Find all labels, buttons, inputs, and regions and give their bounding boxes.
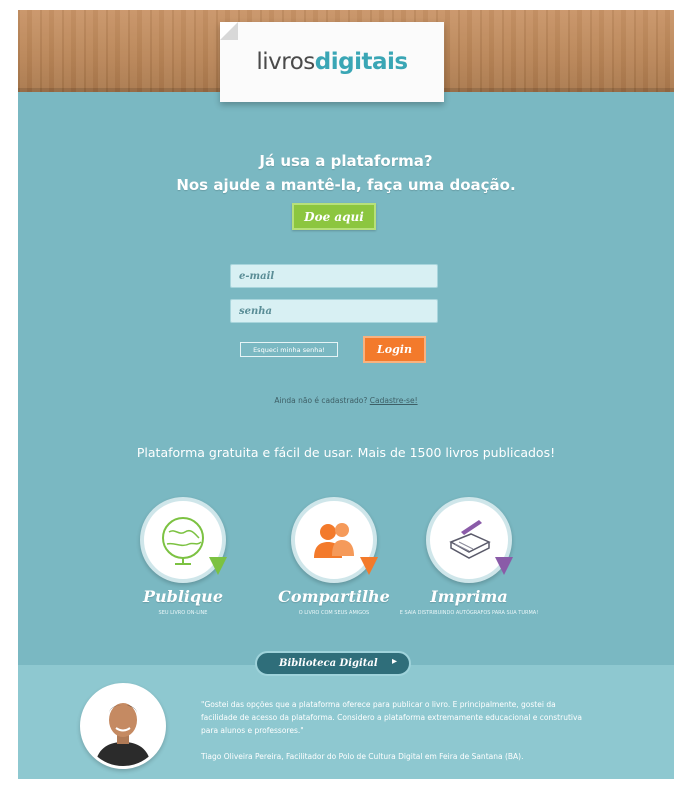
signup-link[interactable]: Cadastre-se! (370, 396, 418, 405)
ribbon-purple (495, 557, 513, 575)
logo-part1: livros (256, 49, 315, 75)
book-pen-icon (449, 520, 491, 559)
paper-fold (220, 22, 238, 40)
forgot-password-button[interactable]: Esqueci minha senha! (240, 342, 338, 357)
login-button[interactable]: Login (363, 336, 426, 363)
avatar (80, 683, 166, 769)
library-label: Biblioteca Digital (279, 658, 378, 669)
ribbon-green (209, 557, 227, 575)
tagline: Plataforma gratuita e fácil de usar. Mai… (136, 445, 556, 460)
arrow-right-icon: ▸ (391, 656, 397, 667)
signup-text: Ainda não é cadastrado? (274, 396, 368, 405)
password-field[interactable]: senha (230, 299, 438, 323)
feature-subtitle: E SAIA DISTRIBUINDO AUTÓGRAFOS PARA SUA … (399, 610, 539, 616)
digital-library-button[interactable]: Biblioteca Digital ▸ (255, 651, 411, 676)
logo[interactable]: livrosdigitais (220, 22, 444, 102)
globe-icon (162, 517, 204, 565)
signup-prompt: Ainda não é cadastrado? Cadastre-se! (18, 396, 674, 405)
donation-subheading: Nos ajude a mantê-la, faça uma doação. (176, 176, 516, 194)
logo-part2: digitais (314, 49, 408, 75)
people-icon (314, 523, 354, 558)
person-photo-icon (83, 686, 163, 766)
testimonial-author: Tiago Oliveira Pereira, Facilitador do P… (201, 752, 524, 761)
page-frame: livrosdigitais Já usa a plataforma? Nos … (18, 10, 674, 779)
email-field[interactable]: e-mail (230, 264, 438, 288)
feature-title: Imprima (430, 587, 508, 606)
logo-text: livrosdigitais (256, 49, 408, 75)
feature-print[interactable]: Imprima E SAIA DISTRIBUINDO AUTÓGRAFOS P… (379, 487, 559, 637)
ribbon-orange (360, 557, 378, 575)
donation-heading: Já usa a plataforma? (259, 152, 433, 170)
testimonial-quote: "Gostei das opções que a plataforma ofer… (201, 700, 583, 735)
donate-button[interactable]: Doe aqui (292, 203, 376, 230)
